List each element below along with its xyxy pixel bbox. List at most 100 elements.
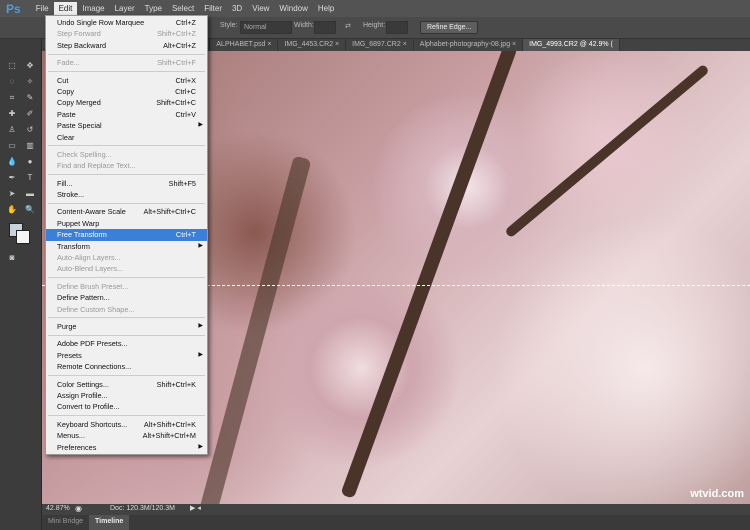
status-menu-arrow-icon[interactable]: ▶ ◂ xyxy=(190,504,201,512)
menu-item-label: Copy Merged xyxy=(57,98,101,108)
menu-item-paste-special[interactable]: Paste Special ▶ xyxy=(46,120,207,131)
menu-item-keyboard-shortcuts[interactable]: Keyboard Shortcuts... Alt+Shift+Ctrl+K xyxy=(46,419,207,430)
menu-item-label: Paste xyxy=(57,109,76,119)
marquee-tool-icon[interactable]: ⬚ xyxy=(6,61,18,71)
menu-item-undo-single-row-marquee[interactable]: Undo Single Row Marquee Ctrl+Z xyxy=(46,17,207,28)
shape-tool-icon[interactable]: ▬ xyxy=(24,189,36,199)
menu-item-label: Transform xyxy=(57,241,90,251)
menu-item-presets[interactable]: Presets ▶ xyxy=(46,350,207,361)
menu-item-label: Clear xyxy=(57,132,75,142)
eyedropper-icon[interactable]: ✎ xyxy=(24,93,36,103)
history-brush-icon[interactable]: ↺ xyxy=(24,125,36,135)
zoom-tool-icon[interactable]: 🔍 xyxy=(24,205,36,215)
menu-item-shortcut: Alt+Shift+Ctrl+M xyxy=(142,431,196,441)
menu-file[interactable]: File xyxy=(31,2,54,15)
menu-separator xyxy=(48,277,205,279)
menu-select[interactable]: Select xyxy=(167,2,199,15)
document-tab[interactable]: IMG_4453.CR2 × xyxy=(278,39,347,51)
menu-item-purge[interactable]: Purge ▶ xyxy=(46,321,207,332)
menu-item-adobe-pdf-presets[interactable]: Adobe PDF Presets... xyxy=(46,338,207,349)
type-tool-icon[interactable]: T xyxy=(24,173,36,183)
menu-item-step-backward[interactable]: Step Backward Alt+Ctrl+Z xyxy=(46,40,207,51)
clone-stamp-icon[interactable]: ♙ xyxy=(6,125,18,135)
menu-item-stroke[interactable]: Stroke... xyxy=(46,189,207,200)
menu-item-shortcut: Alt+Shift+Ctrl+K xyxy=(143,419,196,429)
menu-window[interactable]: Window xyxy=(274,2,312,15)
menu-item-fade: Fade... Shift+Ctrl+F xyxy=(46,57,207,68)
menu-item-puppet-warp[interactable]: Puppet Warp xyxy=(46,218,207,229)
branch-shape xyxy=(340,51,518,499)
menu-item-preferences[interactable]: Preferences ▶ xyxy=(46,442,207,453)
menu-item-paste[interactable]: Paste Ctrl+V xyxy=(46,109,207,120)
hand-tool-icon[interactable]: ✋ xyxy=(6,205,18,215)
blur-tool-icon[interactable]: 💧 xyxy=(6,157,18,167)
document-tab[interactable]: Alphabet-photography-08.jpg × xyxy=(414,39,524,51)
menu-item-free-transform[interactable]: Free Transform Ctrl+T xyxy=(46,229,207,241)
menu-separator xyxy=(48,53,205,55)
document-tab[interactable]: IMG_6897.CR2 × xyxy=(346,39,414,51)
tab-timeline[interactable]: Timeline xyxy=(89,515,130,530)
lasso-tool-icon[interactable]: ◌ xyxy=(6,77,18,87)
refine-edge-button[interactable]: Refine Edge... xyxy=(420,21,479,34)
menu-item-label: Check Spelling... xyxy=(57,149,112,159)
quick-mask-icon[interactable]: ◙ xyxy=(6,253,18,263)
menu-item-assign-profile[interactable]: Assign Profile... xyxy=(46,390,207,401)
menu-item-label: Find and Replace Text... xyxy=(57,161,136,171)
crop-tool-icon[interactable]: ⌗ xyxy=(6,93,18,103)
menu-item-remote-connections[interactable]: Remote Connections... xyxy=(46,361,207,372)
swap-icon[interactable]: ⇄ xyxy=(345,22,351,30)
menu-item-shortcut: Ctrl+V xyxy=(175,109,196,119)
menu-3d[interactable]: 3D xyxy=(227,2,247,15)
document-tab[interactable]: ALPHABET.psd × xyxy=(210,39,279,51)
submenu-arrow-icon: ▶ xyxy=(198,122,203,129)
menu-item-cut[interactable]: Cut Ctrl+X xyxy=(46,75,207,86)
menu-item-clear[interactable]: Clear xyxy=(46,132,207,143)
menu-view[interactable]: View xyxy=(247,2,274,15)
style-select[interactable]: Normal xyxy=(240,21,292,34)
pen-tool-icon[interactable]: ✒ xyxy=(6,173,18,183)
background-color-swatch[interactable] xyxy=(16,230,30,244)
menu-item-menus[interactable]: Menus... Alt+Shift+Ctrl+M xyxy=(46,430,207,441)
move-tool-icon[interactable]: ✥ xyxy=(24,61,36,71)
status-icon[interactable]: ◉ xyxy=(75,504,82,513)
menu-item-copy-merged[interactable]: Copy Merged Shift+Ctrl+C xyxy=(46,97,207,108)
menu-separator xyxy=(48,415,205,417)
menu-item-copy[interactable]: Copy Ctrl+C xyxy=(46,86,207,97)
menu-item-define-brush-preset: Define Brush Preset... xyxy=(46,281,207,292)
menu-item-label: Adobe PDF Presets... xyxy=(57,339,128,349)
eraser-icon[interactable]: ▭ xyxy=(6,141,18,151)
healing-brush-icon[interactable]: ✚ xyxy=(6,109,18,119)
menu-item-convert-to-profile[interactable]: Convert to Profile... xyxy=(46,401,207,412)
menu-help[interactable]: Help xyxy=(313,2,339,15)
menu-item-label: Fill... xyxy=(57,178,73,188)
menu-type[interactable]: Type xyxy=(140,2,167,15)
style-label: Style: xyxy=(220,22,238,29)
menu-item-define-pattern[interactable]: Define Pattern... xyxy=(46,292,207,303)
menu-layer[interactable]: Layer xyxy=(110,2,140,15)
menu-item-label: Menus... xyxy=(57,431,85,441)
brush-tool-icon[interactable]: ✐ xyxy=(24,109,36,119)
magic-wand-icon[interactable]: ✧ xyxy=(24,77,36,87)
menu-item-label: Auto-Align Layers... xyxy=(57,253,121,263)
tools-panel: ⬚ ✥ ◌ ✧ ⌗ ✎ ✚ ✐ ♙ ↺ ▭ ▥ 💧 ● ✒ T ➤ ▬ ✋ 🔍 … xyxy=(0,39,42,530)
path-select-icon[interactable]: ➤ xyxy=(6,189,18,199)
menu-edit[interactable]: Edit xyxy=(53,2,78,15)
width-input[interactable] xyxy=(314,21,336,34)
height-input[interactable] xyxy=(386,21,408,34)
zoom-level[interactable]: 42.87% xyxy=(46,505,70,512)
menu-item-find-and-replace-text: Find and Replace Text... xyxy=(46,160,207,171)
gradient-icon[interactable]: ▥ xyxy=(24,141,36,151)
menu-item-color-settings[interactable]: Color Settings... Shift+Ctrl+K xyxy=(46,379,207,390)
dodge-tool-icon[interactable]: ● xyxy=(24,157,36,167)
tab-mini-bridge[interactable]: Mini Bridge xyxy=(42,515,89,530)
menu-image[interactable]: Image xyxy=(77,2,109,15)
menu-item-fill[interactable]: Fill... Shift+F5 xyxy=(46,178,207,189)
menu-item-shortcut: Alt+Ctrl+Z xyxy=(163,40,196,50)
document-tab[interactable]: IMG_4993.CR2 @ 42.9% ( xyxy=(523,39,620,51)
menu-filter[interactable]: Filter xyxy=(199,2,227,15)
menu-item-label: Keyboard Shortcuts... xyxy=(57,419,128,429)
menu-item-label: Define Pattern... xyxy=(57,293,110,303)
menu-item-shortcut: Shift+Ctrl+C xyxy=(156,98,196,108)
menu-item-content-aware-scale[interactable]: Content-Aware Scale Alt+Shift+Ctrl+C xyxy=(46,206,207,217)
menu-item-transform[interactable]: Transform ▶ xyxy=(46,241,207,252)
